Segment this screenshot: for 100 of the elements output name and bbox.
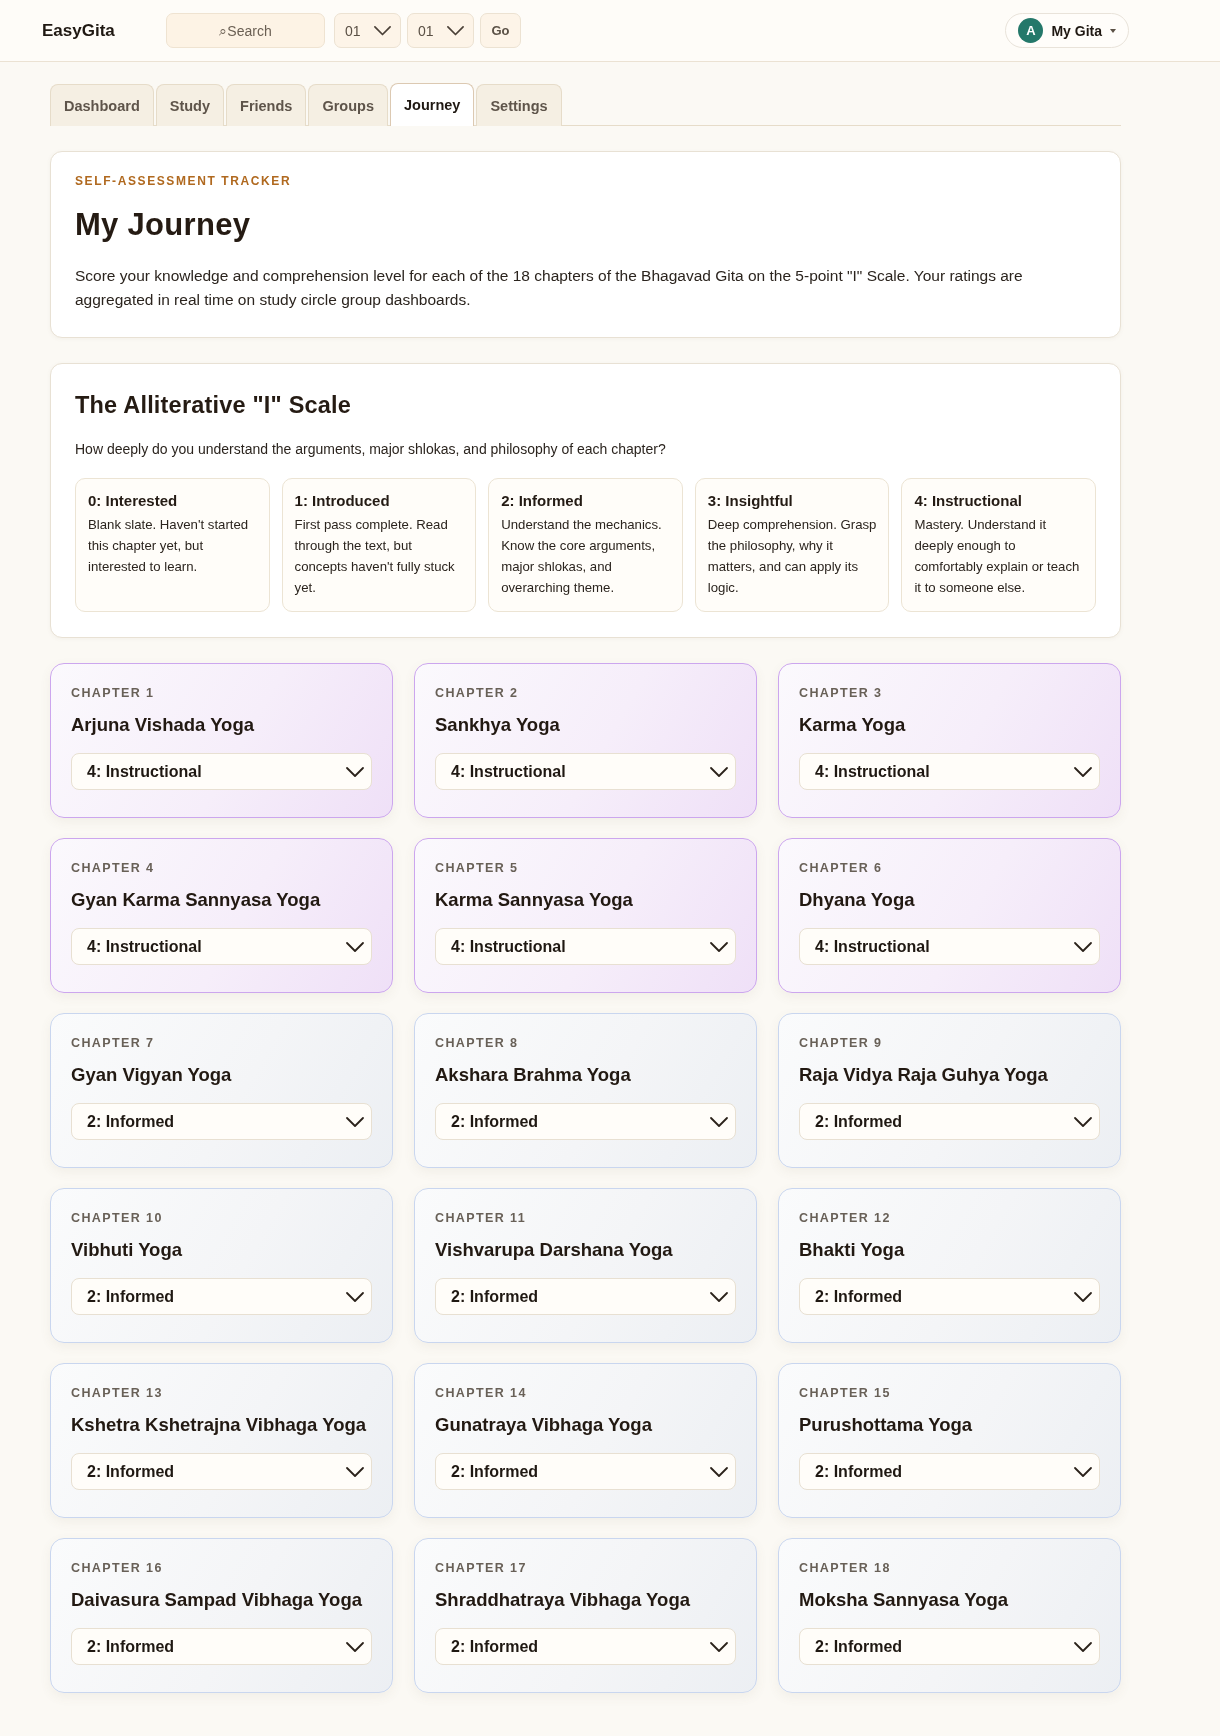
nav-tab[interactable]: Journey xyxy=(389,83,475,126)
rating-select[interactable]: 2: Informed xyxy=(71,1103,372,1140)
chevron-down-icon xyxy=(1073,1465,1093,1478)
chapter-number: CHAPTER 8 xyxy=(435,1036,520,1050)
rating-select[interactable]: 4: Instructional xyxy=(435,753,736,790)
chapter-number: CHAPTER 16 xyxy=(71,1561,164,1575)
chevron-down-icon xyxy=(1073,765,1093,778)
chapter-number: CHAPTER 9 xyxy=(799,1036,884,1050)
level-description: First pass complete. Read through the text, but concepts haven't fully stuck yet. xyxy=(294,516,456,597)
chevron-down-icon xyxy=(345,1115,365,1128)
chapter-title: Gyan Karma Sannyasa Yoga xyxy=(71,889,322,911)
chevron-down-icon xyxy=(345,1640,365,1653)
account-label: My Gita xyxy=(1051,22,1102,39)
chapter-title: Akshara Brahma Yoga xyxy=(435,1064,632,1086)
rating-select[interactable]: 2: Informed xyxy=(799,1628,1100,1665)
number-select[interactable]: 01 xyxy=(407,13,474,48)
level-description: Deep comprehension. Grasp the philosophy, why it matters, and can apply its logic. xyxy=(707,516,877,597)
chevron-down-icon xyxy=(345,765,365,778)
level-description: Mastery. Understand it deeply enough to comfortably explain or teach it to someone else. xyxy=(914,516,1081,597)
level-title: 2: Informed xyxy=(501,492,584,509)
chapter-title: Vibhuti Yoga xyxy=(71,1239,183,1261)
level-description: Blank slate. Haven't started this chapter yet, but interested to learn. xyxy=(88,516,250,576)
chapter-title: Kshetra Kshetrajna Vibhaga Yoga xyxy=(71,1414,368,1436)
rating-select[interactable]: 4: Instructional xyxy=(799,753,1100,790)
chevron-down-icon xyxy=(345,1290,365,1303)
chapter-number: CHAPTER 3 xyxy=(799,686,884,700)
chapter-title: Bhakti Yoga xyxy=(799,1239,906,1261)
chapter-title: Daivasura Sampad Vibhaga Yoga xyxy=(71,1589,363,1611)
rating-select[interactable]: 2: Informed xyxy=(435,1103,736,1140)
level-title: 0: Interested xyxy=(88,492,179,509)
chapter-title: Sankhya Yoga xyxy=(435,714,561,736)
chapter-number: CHAPTER 5 xyxy=(435,861,520,875)
chapter-title: Gyan Vigyan Yoga xyxy=(71,1064,233,1086)
chevron-down-icon xyxy=(709,1640,729,1653)
chapter-title: Moksha Sannyasa Yoga xyxy=(799,1589,1010,1611)
chapter-number: CHAPTER 4 xyxy=(71,861,156,875)
chevron-down-icon xyxy=(1073,1115,1093,1128)
chapter-number: CHAPTER 7 xyxy=(71,1036,156,1050)
chevron-down-icon xyxy=(345,940,365,953)
nav-tab[interactable]: Groups xyxy=(308,84,388,126)
page-title: My Journey xyxy=(75,207,252,243)
chapter-number: CHAPTER 6 xyxy=(799,861,884,875)
chevron-down-icon xyxy=(373,24,392,37)
level-description: Understand the mechanics. Know the core arguments, major shlokas, and overarching theme. xyxy=(501,516,663,597)
rating-select[interactable]: 2: Informed xyxy=(71,1278,372,1315)
chapter-number: CHAPTER 10 xyxy=(71,1211,164,1225)
level-title: 1: Introduced xyxy=(294,492,391,509)
level-title: 4: Instructional xyxy=(914,492,1023,509)
go-button[interactable]: Go xyxy=(480,13,521,48)
chapter-title: Raja Vidya Raja Guhya Yoga xyxy=(799,1064,1049,1086)
chevron-down-icon xyxy=(1073,940,1093,953)
chevron-down-icon xyxy=(1073,1640,1093,1653)
chevron-down-icon xyxy=(709,940,729,953)
chevron-down-icon xyxy=(345,1465,365,1478)
chevron-down-icon xyxy=(709,1465,729,1478)
section-eyebrow: SELF-ASSESSMENT TRACKER xyxy=(75,174,293,188)
chapter-title: Shraddhatraya Vibhaga Yoga xyxy=(435,1589,691,1611)
chapter-number: CHAPTER 13 xyxy=(71,1386,164,1400)
chapter-number: CHAPTER 11 xyxy=(435,1211,528,1225)
rating-select[interactable]: 4: Instructional xyxy=(799,928,1100,965)
chapter-number: CHAPTER 1 xyxy=(71,686,156,700)
chapter-number: CHAPTER 15 xyxy=(799,1386,892,1400)
rating-select[interactable]: 4: Instructional xyxy=(71,928,372,965)
chapter-title: Karma Sannyasa Yoga xyxy=(435,889,634,911)
chapter-number: CHAPTER 18 xyxy=(799,1561,892,1575)
chapter-number: CHAPTER 12 xyxy=(799,1211,892,1225)
caret-icon xyxy=(1110,28,1116,33)
rating-select[interactable]: 2: Informed xyxy=(435,1628,736,1665)
rating-select[interactable]: 2: Informed xyxy=(799,1278,1100,1315)
app-logo[interactable]: EasyGita xyxy=(42,20,166,41)
scale-question: How deeply do you understand the arguments, major shlokas, and philosophy of each chapter? xyxy=(75,441,667,457)
chapter-title: Karma Yoga xyxy=(799,714,907,736)
chevron-down-icon xyxy=(1073,1290,1093,1303)
chevron-down-icon xyxy=(709,1290,729,1303)
account-menu-button[interactable]: A My Gita xyxy=(1005,13,1129,48)
avatar-icon: A xyxy=(1018,18,1044,43)
chevron-down-icon xyxy=(709,1115,729,1128)
chevron-down-icon xyxy=(446,24,465,37)
nav-tab[interactable]: Friends xyxy=(226,84,307,126)
chapter-title: Dhyana Yoga xyxy=(799,889,916,911)
rating-select[interactable]: 4: Instructional xyxy=(71,753,372,790)
rating-select[interactable]: 2: Informed xyxy=(71,1628,372,1665)
chapter-number: CHAPTER 2 xyxy=(435,686,520,700)
number-select[interactable]: 01 xyxy=(334,13,401,48)
rating-select[interactable]: 2: Informed xyxy=(71,1453,372,1490)
rating-select[interactable]: 2: Informed xyxy=(799,1103,1100,1140)
nav-tab[interactable]: Settings xyxy=(476,84,562,126)
rating-select[interactable]: 2: Informed xyxy=(799,1453,1100,1490)
search-field[interactable]: ⌕Search xyxy=(166,13,325,48)
rating-select[interactable]: 2: Informed xyxy=(435,1278,736,1315)
chevron-down-icon xyxy=(709,765,729,778)
nav-tab[interactable]: Dashboard xyxy=(50,84,154,126)
level-title: 3: Insightful xyxy=(707,492,794,509)
chapter-title: Gunatraya Vibhaga Yoga xyxy=(435,1414,653,1436)
chapter-title: Purushottama Yoga xyxy=(799,1414,974,1436)
rating-select[interactable]: 2: Informed xyxy=(435,1453,736,1490)
nav-tab[interactable]: Study xyxy=(155,84,225,126)
chapter-title: Vishvarupa Darshana Yoga xyxy=(435,1239,674,1261)
chapter-number: CHAPTER 14 xyxy=(435,1386,528,1400)
rating-select[interactable]: 4: Instructional xyxy=(435,928,736,965)
